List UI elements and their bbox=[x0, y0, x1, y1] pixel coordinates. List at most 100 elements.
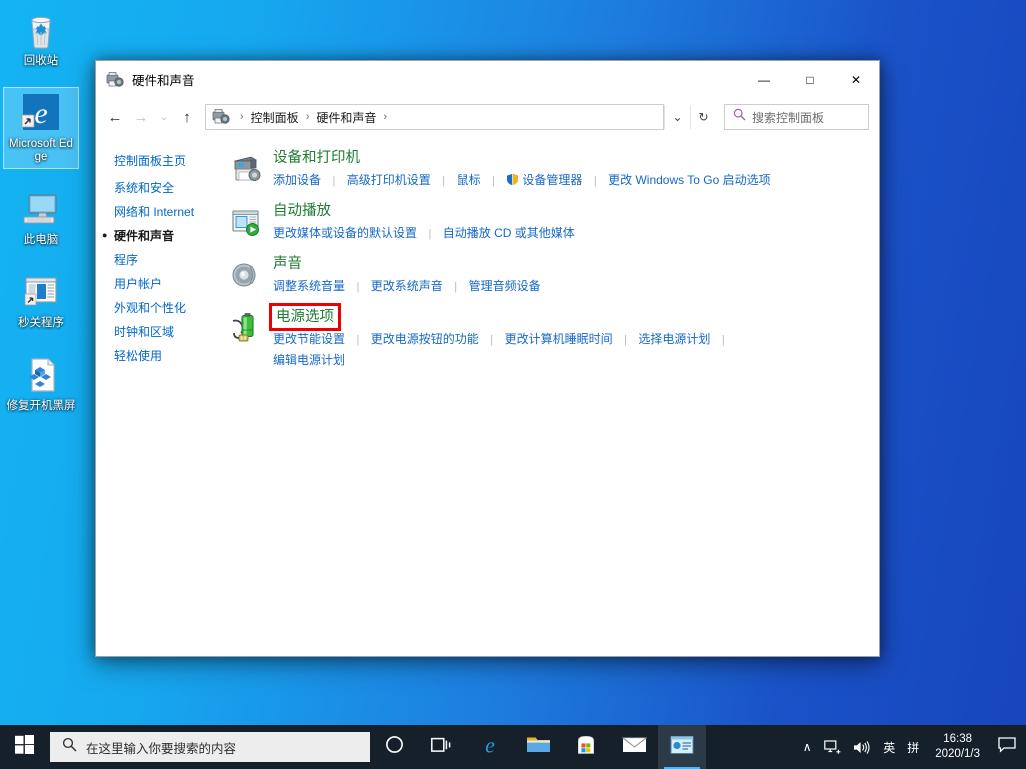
system-tray: ∧ 英 拼 16:38 bbox=[796, 725, 1026, 769]
link-advanced-printer-settings[interactable]: 高级打印机设置 bbox=[347, 173, 431, 187]
sidebar-item-clock-region[interactable]: 时钟和区域 bbox=[114, 325, 211, 340]
hardware-sound-icon bbox=[106, 71, 124, 89]
desktop-icon-file-blocks[interactable]: 修复开机黑屏 bbox=[3, 349, 79, 418]
link-manage-audio-devices[interactable]: 管理音频设备 bbox=[469, 279, 541, 293]
desktop-icon-label: 秒关程序 bbox=[18, 317, 64, 330]
volume-icon[interactable] bbox=[847, 725, 877, 769]
link-change-system-sounds[interactable]: 更改系统声音 bbox=[371, 279, 443, 293]
address-bar[interactable]: › 控制面板 › 硬件和声音 › bbox=[205, 104, 664, 130]
category-links: 更改节能设置 | 更改电源按钮的功能 | 更改计算机睡眠时间 | 选择电源计划 … bbox=[273, 329, 867, 370]
category-body: 电源选项 更改节能设置 | 更改电源按钮的功能 | 更改计算机睡眠时间 | 选择… bbox=[267, 307, 867, 370]
maximize-button[interactable]: □ bbox=[787, 61, 833, 98]
taskbar-clock[interactable]: 16:38 2020/1/3 bbox=[925, 725, 990, 769]
link-change-power-saving[interactable]: 更改节能设置 bbox=[273, 332, 345, 346]
link-change-sleep-time[interactable]: 更改计算机睡眠时间 bbox=[505, 332, 613, 346]
app-shortcut-icon bbox=[19, 270, 63, 314]
sound-icon bbox=[229, 254, 267, 297]
action-center-button[interactable] bbox=[990, 725, 1024, 769]
refresh-icon[interactable]: ↻ bbox=[690, 105, 716, 129]
microsoft-store-icon bbox=[575, 734, 597, 761]
control-panel-window: 硬件和声音 — □ ✕ ← → ⌄ ↑ bbox=[95, 60, 880, 657]
edge-icon: e bbox=[478, 733, 502, 762]
desktop-icon-app-shortcut[interactable]: 秒关程序 bbox=[3, 266, 79, 335]
taskbar-mail-button[interactable] bbox=[610, 725, 658, 769]
notification-icon bbox=[998, 737, 1016, 758]
uac-shield-icon bbox=[506, 172, 519, 185]
show-hidden-icons-button[interactable]: ∧ bbox=[796, 725, 818, 769]
taskbar-control-panel-button[interactable] bbox=[658, 725, 706, 769]
link-autoplay-cd[interactable]: 自动播放 CD 或其他媒体 bbox=[443, 226, 575, 240]
desktop-icon-microsoft-edge[interactable]: e Microsoft Edge bbox=[3, 87, 79, 169]
taskbar-search-box[interactable]: 在这里输入你要搜索的内容 bbox=[50, 732, 370, 762]
recycle-bin-icon bbox=[19, 8, 63, 52]
minimize-button[interactable]: — bbox=[741, 61, 787, 98]
autoplay-icon bbox=[229, 201, 267, 244]
sidebar-item-user-accounts[interactable]: 用户帐户 bbox=[114, 277, 211, 292]
cortana-icon bbox=[385, 735, 404, 759]
clock-date: 2020/1/3 bbox=[935, 747, 980, 762]
svg-text:e: e bbox=[485, 733, 495, 757]
mail-icon bbox=[622, 735, 647, 759]
taskbar-search-placeholder: 在这里输入你要搜索的内容 bbox=[86, 738, 236, 757]
category-title-devices-printers[interactable]: 设备和打印机 bbox=[273, 148, 360, 168]
file-blocks-icon bbox=[19, 353, 63, 397]
breadcrumb-hardware-sound[interactable]: 硬件和声音 bbox=[314, 109, 378, 126]
breadcrumb-control-panel[interactable]: 控制面板 bbox=[249, 109, 301, 126]
link-change-power-button[interactable]: 更改电源按钮的功能 bbox=[371, 332, 479, 346]
desktop-icon-label: 修复开机黑屏 bbox=[7, 400, 76, 413]
link-mouse[interactable]: 鼠标 bbox=[457, 173, 481, 187]
ime-pinyin-indicator[interactable]: 拼 bbox=[901, 725, 925, 769]
main-content: 设备和打印机 添加设备 | 高级打印机设置 | 鼠标 | bbox=[211, 136, 879, 656]
link-choose-power-plan[interactable]: 选择电源计划 bbox=[638, 332, 710, 346]
taskbar-edge-button[interactable]: e bbox=[466, 725, 514, 769]
link-separator: | bbox=[325, 175, 342, 187]
breadcrumb-separator: › bbox=[301, 111, 315, 123]
link-device-manager[interactable]: 设备管理器 bbox=[522, 173, 582, 187]
sidebar-item-home[interactable]: 控制面板主页 bbox=[114, 154, 211, 169]
desktop-icon-label: 此电脑 bbox=[24, 234, 59, 247]
sidebar-item-system-security[interactable]: 系统和安全 bbox=[114, 181, 211, 196]
search-box[interactable]: 搜索控制面板 bbox=[724, 104, 869, 130]
link-separator: | bbox=[447, 281, 464, 293]
breadcrumb-separator[interactable]: › bbox=[378, 111, 392, 123]
up-button[interactable]: ↑ bbox=[174, 104, 200, 130]
link-change-media-defaults[interactable]: 更改媒体或设备的默认设置 bbox=[273, 226, 417, 240]
category-title-power-options[interactable]: 电源选项 bbox=[273, 307, 337, 327]
start-button[interactable] bbox=[0, 725, 48, 769]
task-view-button[interactable] bbox=[418, 725, 466, 769]
category-body: 声音 调整系统音量 | 更改系统声音 | 管理音频设备 bbox=[267, 254, 867, 297]
sidebar-item-network-internet[interactable]: 网络和 Internet bbox=[114, 205, 211, 220]
network-icon[interactable] bbox=[818, 725, 847, 769]
link-separator: | bbox=[349, 334, 366, 346]
sidebar-item-hardware-sound[interactable]: 硬件和声音 bbox=[114, 229, 211, 244]
category-title-sound[interactable]: 声音 bbox=[273, 254, 302, 274]
link-separator: | bbox=[617, 334, 634, 346]
link-adjust-volume[interactable]: 调整系统音量 bbox=[273, 279, 345, 293]
desktop-icon-this-pc[interactable]: 此电脑 bbox=[3, 183, 79, 252]
navigation-bar: ← → ⌄ ↑ › 控制面板 › 硬件和声音 › bbox=[96, 98, 879, 136]
hardware-sound-icon bbox=[212, 108, 230, 126]
category-power-options: 电源选项 更改节能设置 | 更改电源按钮的功能 | 更改计算机睡眠时间 | 选择… bbox=[229, 307, 867, 370]
sidebar-item-ease-of-access[interactable]: 轻松使用 bbox=[114, 349, 211, 364]
taskbar-store-button[interactable] bbox=[562, 725, 610, 769]
chevron-down-icon[interactable]: ⌄ bbox=[664, 105, 690, 129]
sidebar-item-programs[interactable]: 程序 bbox=[114, 253, 211, 268]
desktop-icon-recycle-bin[interactable]: 回收站 bbox=[3, 4, 79, 73]
cortana-button[interactable] bbox=[370, 725, 418, 769]
link-windows-to-go[interactable]: 更改 Windows To Go 启动选项 bbox=[608, 173, 770, 187]
sidebar-item-appearance[interactable]: 外观和个性化 bbox=[114, 301, 211, 316]
recent-locations-button[interactable]: ⌄ bbox=[154, 104, 174, 130]
windows-start-icon bbox=[15, 735, 34, 759]
edge-icon: e bbox=[19, 91, 63, 135]
taskbar-file-explorer-button[interactable] bbox=[514, 725, 562, 769]
category-sound: 声音 调整系统音量 | 更改系统声音 | 管理音频设备 bbox=[229, 254, 867, 297]
ime-mode-indicator[interactable]: 英 bbox=[877, 725, 901, 769]
link-edit-power-plan[interactable]: 编辑电源计划 bbox=[273, 353, 345, 367]
back-button[interactable]: ← bbox=[102, 104, 128, 130]
breadcrumb-separator: › bbox=[235, 111, 249, 123]
forward-button[interactable]: → bbox=[128, 104, 154, 130]
category-title-autoplay[interactable]: 自动播放 bbox=[273, 201, 331, 221]
close-button[interactable]: ✕ bbox=[833, 61, 879, 98]
search-input-placeholder: 搜索控制面板 bbox=[752, 109, 824, 126]
link-add-device[interactable]: 添加设备 bbox=[273, 173, 321, 187]
